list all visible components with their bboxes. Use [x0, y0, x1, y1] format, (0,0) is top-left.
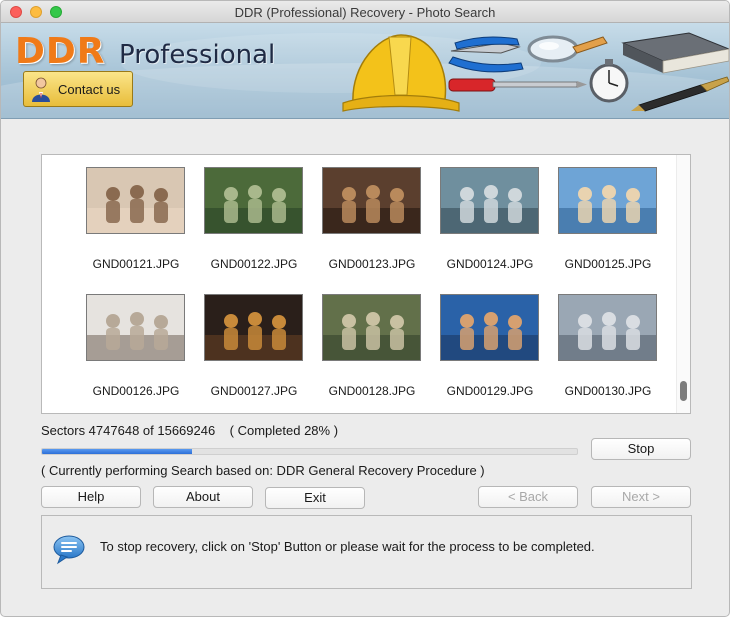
- next-button[interactable]: Next >: [591, 486, 691, 508]
- photo-preview: [86, 294, 185, 361]
- file-thumbnail[interactable]: GND00127.JPG: [190, 282, 308, 398]
- photo-preview: [322, 167, 421, 234]
- file-name: GND00124.JPG: [446, 257, 534, 271]
- photo-preview: [322, 294, 421, 361]
- hard-hat-icon: [342, 34, 460, 112]
- contact-us-button[interactable]: Contact us: [23, 71, 133, 107]
- file-thumbnail[interactable]: GND00121.JPG: [72, 155, 190, 271]
- photo-preview: [204, 167, 303, 234]
- file-name: GND00121.JPG: [92, 257, 180, 271]
- file-name: GND00123.JPG: [328, 257, 416, 271]
- sectors-count: Sectors 4747648 of 15669246: [41, 423, 216, 438]
- file-thumbnail[interactable]: GND00124.JPG: [426, 155, 544, 271]
- photo-preview: [440, 167, 539, 234]
- completed-percent: ( Completed 28% ): [229, 423, 339, 438]
- exit-button[interactable]: Exit: [265, 487, 365, 509]
- photo-preview: [558, 167, 657, 234]
- info-message-text: To stop recovery, click on 'Stop' Button…: [100, 539, 595, 554]
- contact-us-label: Contact us: [58, 81, 121, 97]
- photo-preview: [440, 294, 539, 361]
- speech-bubble-icon: [52, 533, 86, 565]
- pliers-icon: [448, 36, 524, 73]
- back-button[interactable]: < Back: [478, 486, 578, 508]
- file-thumbnail[interactable]: GND00126.JPG: [72, 282, 190, 398]
- scrollbar-thumb[interactable]: [680, 381, 687, 401]
- file-name: GND00130.JPG: [564, 384, 652, 398]
- stopwatch-icon: [589, 59, 629, 103]
- header-banner: DDR Professional Contact us: [1, 23, 729, 119]
- app-window: DDR (Professional) Recovery - Photo Sear…: [0, 0, 730, 617]
- info-message-box: To stop recovery, click on 'Stop' Button…: [41, 515, 692, 589]
- help-button[interactable]: Help: [41, 486, 141, 508]
- file-name: GND00129.JPG: [446, 384, 534, 398]
- brand-logo: DDR: [15, 31, 106, 72]
- photo-preview: [204, 294, 303, 361]
- file-name: GND00128.JPG: [328, 384, 416, 398]
- recovered-files-panel[interactable]: GND00121.JPG GND00122.JPG GND00123.JPG GND0…: [41, 154, 691, 414]
- pen-icon: [631, 76, 729, 112]
- window-title: DDR (Professional) Recovery - Photo Sear…: [234, 5, 496, 20]
- file-thumbnail[interactable]: GND00125.JPG: [544, 155, 662, 271]
- file-thumbnail[interactable]: GND00128.JPG: [308, 282, 426, 398]
- magnifier-icon: [527, 35, 608, 63]
- tools-illustration: [342, 32, 729, 112]
- file-name: GND00127.JPG: [210, 384, 298, 398]
- photo-preview: [86, 167, 185, 234]
- progress-bar: [41, 448, 578, 455]
- file-thumbnail[interactable]: GND00129.JPG: [426, 282, 544, 398]
- progress-bar-fill: [42, 449, 192, 454]
- sector-progress-text: Sectors 4747648 of 15669246 ( Completed …: [41, 423, 338, 438]
- book-icon: [621, 32, 729, 74]
- file-name: GND00125.JPG: [564, 257, 652, 271]
- file-thumbnail[interactable]: GND00130.JPG: [544, 282, 662, 398]
- stop-button[interactable]: Stop: [591, 438, 691, 460]
- file-thumbnail[interactable]: GND00123.JPG: [308, 155, 426, 271]
- edition-label: Professional: [119, 40, 276, 70]
- file-thumbnail[interactable]: GND00122.JPG: [190, 155, 308, 271]
- screwdriver-icon: [448, 78, 587, 92]
- person-icon: [30, 76, 52, 102]
- file-name: GND00122.JPG: [210, 257, 298, 271]
- file-name: GND00126.JPG: [92, 384, 180, 398]
- photo-preview: [558, 294, 657, 361]
- procedure-status: ( Currently performing Search based on: …: [41, 463, 485, 478]
- title-bar[interactable]: DDR (Professional) Recovery - Photo Sear…: [1, 1, 729, 23]
- vertical-scrollbar[interactable]: [676, 155, 690, 413]
- about-button[interactable]: About: [153, 486, 253, 508]
